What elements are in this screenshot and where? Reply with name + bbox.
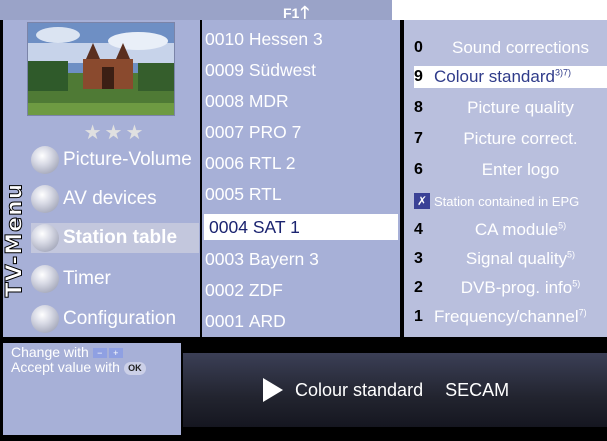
up-arrow-icon: 🡑 — [300, 3, 310, 22]
top-strip-right — [392, 0, 607, 20]
status-label: Colour standard — [295, 379, 424, 400]
station-row[interactable]: 0008 MDR — [204, 88, 398, 114]
station-row[interactable]: 0002 ZDF — [204, 277, 398, 303]
sidebar-item-station-table[interactable]: Station table — [31, 223, 199, 253]
station-row[interactable]: 0007 PRO 7 — [204, 119, 398, 145]
sidebar-item-label: AV devices — [63, 188, 157, 209]
option-sound-corrections[interactable]: 0 Sound corrections — [414, 37, 607, 59]
option-frequency-channel[interactable]: 1 Frequency/channel7) — [414, 306, 607, 328]
play-arrow-icon — [263, 378, 283, 402]
menu-bullet-icon — [31, 224, 59, 252]
sidebar-item-timer[interactable]: Timer — [31, 264, 111, 294]
station-row-selected[interactable]: 0004 SAT 1 — [204, 214, 398, 240]
sidebar-item-configuration[interactable]: Configuration — [31, 304, 176, 334]
sidebar-item-label: Picture-Volume — [63, 149, 192, 170]
station-row[interactable]: 0005 RTL — [204, 181, 398, 207]
sidebar-item-picture-volume[interactable]: Picture-Volume — [31, 145, 192, 175]
sidebar-item-label: Configuration — [63, 308, 177, 329]
option-station-in-epg[interactable]: ✗ Station contained in EPG — [414, 190, 607, 212]
f1-label: F1 — [283, 4, 300, 21]
help-accept-line: Accept value with OK — [11, 360, 173, 375]
status-bar: Colour standard SECAM — [183, 353, 607, 427]
station-preview-image — [27, 22, 175, 116]
menu-bullet-icon — [31, 185, 59, 213]
station-row[interactable]: 0006 RTL 2 — [204, 150, 398, 176]
option-dvb-prog-info[interactable]: 2 DVB-prog. info5) — [414, 277, 607, 299]
option-signal-quality[interactable]: 3 Signal quality5) — [414, 248, 607, 270]
top-strip — [0, 0, 392, 20]
station-options-panel: 0 Sound corrections 9 Colour standard3)7) … — [404, 20, 607, 337]
help-change-line: Change with − + — [11, 345, 173, 360]
sidebar-item-av-devices[interactable]: AV devices — [31, 184, 157, 214]
sidebar-item-label: Station table — [63, 227, 178, 248]
status-value[interactable]: SECAM — [445, 380, 509, 401]
option-enter-logo[interactable]: 6 Enter logo — [414, 159, 607, 181]
sidebar-item-label: Timer — [63, 268, 111, 289]
option-picture-quality[interactable]: 8 Picture quality — [414, 97, 607, 119]
minus-plus-keys-icon: − + — [92, 348, 123, 359]
station-list: 0010 Hessen 3 0009 Südwest 0008 MDR 0007… — [202, 20, 400, 337]
menu-bullet-icon — [31, 146, 59, 174]
station-row[interactable]: 0010 Hessen 3 — [204, 26, 398, 52]
option-ca-module[interactable]: 4 CA module5) — [414, 219, 607, 241]
ok-key-icon: OK — [123, 361, 146, 375]
station-row[interactable]: 0001 ARD — [204, 308, 398, 334]
option-picture-correct[interactable]: 7 Picture correct. — [414, 128, 607, 150]
help-panel: Change with − + Accept value with OK — [3, 343, 181, 435]
menu-bullet-icon — [31, 305, 59, 333]
option-colour-standard[interactable]: 9 Colour standard3)7) — [414, 66, 607, 88]
rating-stars: ★★★ — [83, 122, 147, 144]
checkbox-checked-icon: ✗ — [414, 193, 430, 209]
menu-bullet-icon — [31, 265, 59, 293]
menu-title: TV-Menu — [2, 182, 28, 298]
left-menu-panel: ★★★ TV-Menu Picture-Volume AV devices St… — [2, 20, 200, 337]
station-row[interactable]: 0009 Südwest — [204, 57, 398, 83]
station-row[interactable]: 0003 Bayern 3 — [204, 246, 398, 272]
